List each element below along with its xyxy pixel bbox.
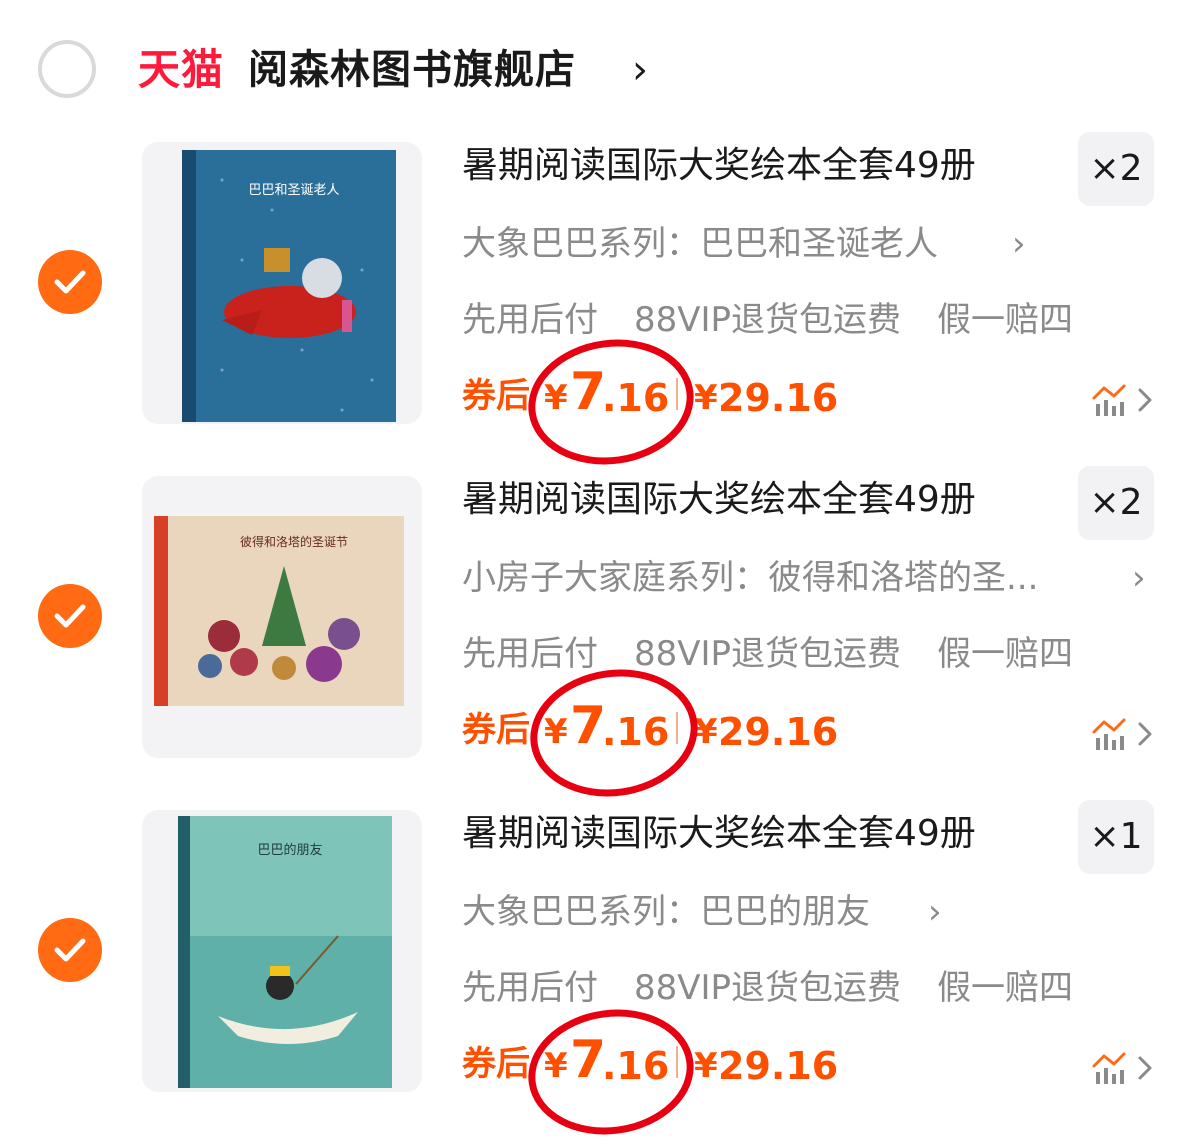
service-tag: 先用后付 — [462, 300, 598, 340]
product-title[interactable]: 暑期阅读国际大奖绘本全套49册 — [462, 144, 976, 188]
store-name-link[interactable]: 阅森林图书旗舰店 — [248, 42, 576, 98]
product-title[interactable]: 暑期阅读国际大奖绘本全套49册 — [462, 478, 976, 522]
product-thumbnail[interactable]: 巴巴的朋友 — [142, 810, 422, 1092]
cart-item: 巴巴和圣诞老人 暑期阅读国际大奖绘本全套49册 ×2 大象巴巴系列：巴巴和圣诞老… — [0, 130, 1200, 475]
annotation-circle — [520, 999, 702, 1145]
cover-title-text: 巴巴和圣诞老人 — [248, 183, 339, 198]
service-tag: 先用后付 — [462, 634, 598, 674]
service-tag: 88VIP退货包运费 — [634, 968, 902, 1008]
cart-item: 巴巴的朋友 暑期阅读国际大奖绘本全套49册 ×1 大象巴巴系列：巴巴的朋友 › … — [0, 798, 1200, 1145]
variant-selector[interactable]: 大象巴巴系列：巴巴的朋友 — [462, 890, 870, 934]
quantity-stepper[interactable]: ×1 — [1078, 800, 1154, 874]
variant-selector[interactable]: 大象巴巴系列：巴巴和圣诞老人 — [462, 222, 938, 266]
book-cover-image: 彼得和洛塔的圣诞节 — [154, 516, 404, 706]
original-price: 29.16 — [718, 710, 839, 754]
checkmark-circle-icon[interactable] — [38, 584, 102, 648]
price-trend-icon[interactable] — [1090, 714, 1160, 754]
product-thumbnail[interactable]: 巴巴和圣诞老人 — [142, 142, 422, 424]
store-select-radio-icon[interactable] — [38, 40, 96, 98]
original-currency-symbol: ¥ — [694, 378, 718, 418]
service-tags: 先用后付 88VIP退货包运费 假一赔四 — [462, 632, 1109, 676]
product-thumbnail[interactable]: 彼得和洛塔的圣诞节 — [142, 476, 422, 758]
original-price: 29.16 — [718, 1044, 839, 1088]
quantity-stepper[interactable]: ×2 — [1078, 132, 1154, 206]
cover-title-text: 巴巴的朋友 — [257, 842, 322, 858]
checkmark-circle-icon[interactable] — [38, 918, 102, 982]
price-trend-icon[interactable] — [1090, 1048, 1160, 1088]
cart-item: 彼得和洛塔的圣诞节 暑期阅读国际大奖绘本全套49册 ×2 小房子大家庭系列：彼得… — [0, 464, 1200, 808]
service-tag: 88VIP退货包运费 — [634, 300, 902, 340]
service-tag: 假一赔四 — [937, 968, 1074, 1008]
product-title[interactable]: 暑期阅读国际大奖绘本全套49册 — [462, 812, 976, 856]
variant-selector[interactable]: 小房子大家庭系列：彼得和洛塔的圣... — [462, 556, 1038, 600]
coupon-label: 券后 — [462, 1044, 530, 1084]
quantity-stepper[interactable]: ×2 — [1078, 466, 1154, 540]
service-tag: 假一赔四 — [937, 300, 1074, 340]
service-tag: 88VIP退货包运费 — [634, 634, 902, 674]
service-tags: 先用后付 88VIP退货包运费 假一赔四 — [462, 298, 1109, 342]
annotation-circle — [520, 329, 702, 475]
coupon-label: 券后 — [462, 376, 530, 416]
annotation-circle — [522, 658, 706, 808]
book-cover-image: 巴巴和圣诞老人 — [182, 150, 396, 422]
price-trend-icon[interactable] — [1090, 380, 1160, 420]
chevron-right-icon[interactable]: › — [1012, 222, 1026, 266]
original-currency-symbol: ¥ — [694, 1046, 718, 1086]
chevron-right-icon[interactable]: › — [1132, 556, 1146, 600]
cover-title-text: 彼得和洛塔的圣诞节 — [240, 534, 348, 549]
coupon-label: 券后 — [462, 710, 530, 750]
service-tag: 先用后付 — [462, 968, 598, 1008]
service-tags: 先用后付 88VIP退货包运费 假一赔四 — [462, 966, 1109, 1010]
store-header: 天猫 阅森林图书旗舰店 › — [0, 30, 1200, 114]
chevron-right-icon[interactable]: › — [928, 890, 942, 934]
tmall-logo: 天猫 — [138, 45, 225, 94]
book-cover-image: 巴巴的朋友 — [178, 816, 392, 1088]
original-price: 29.16 — [718, 376, 839, 420]
checkmark-circle-icon[interactable] — [38, 250, 102, 314]
chevron-right-icon[interactable]: › — [632, 42, 648, 98]
service-tag: 假一赔四 — [937, 634, 1074, 674]
